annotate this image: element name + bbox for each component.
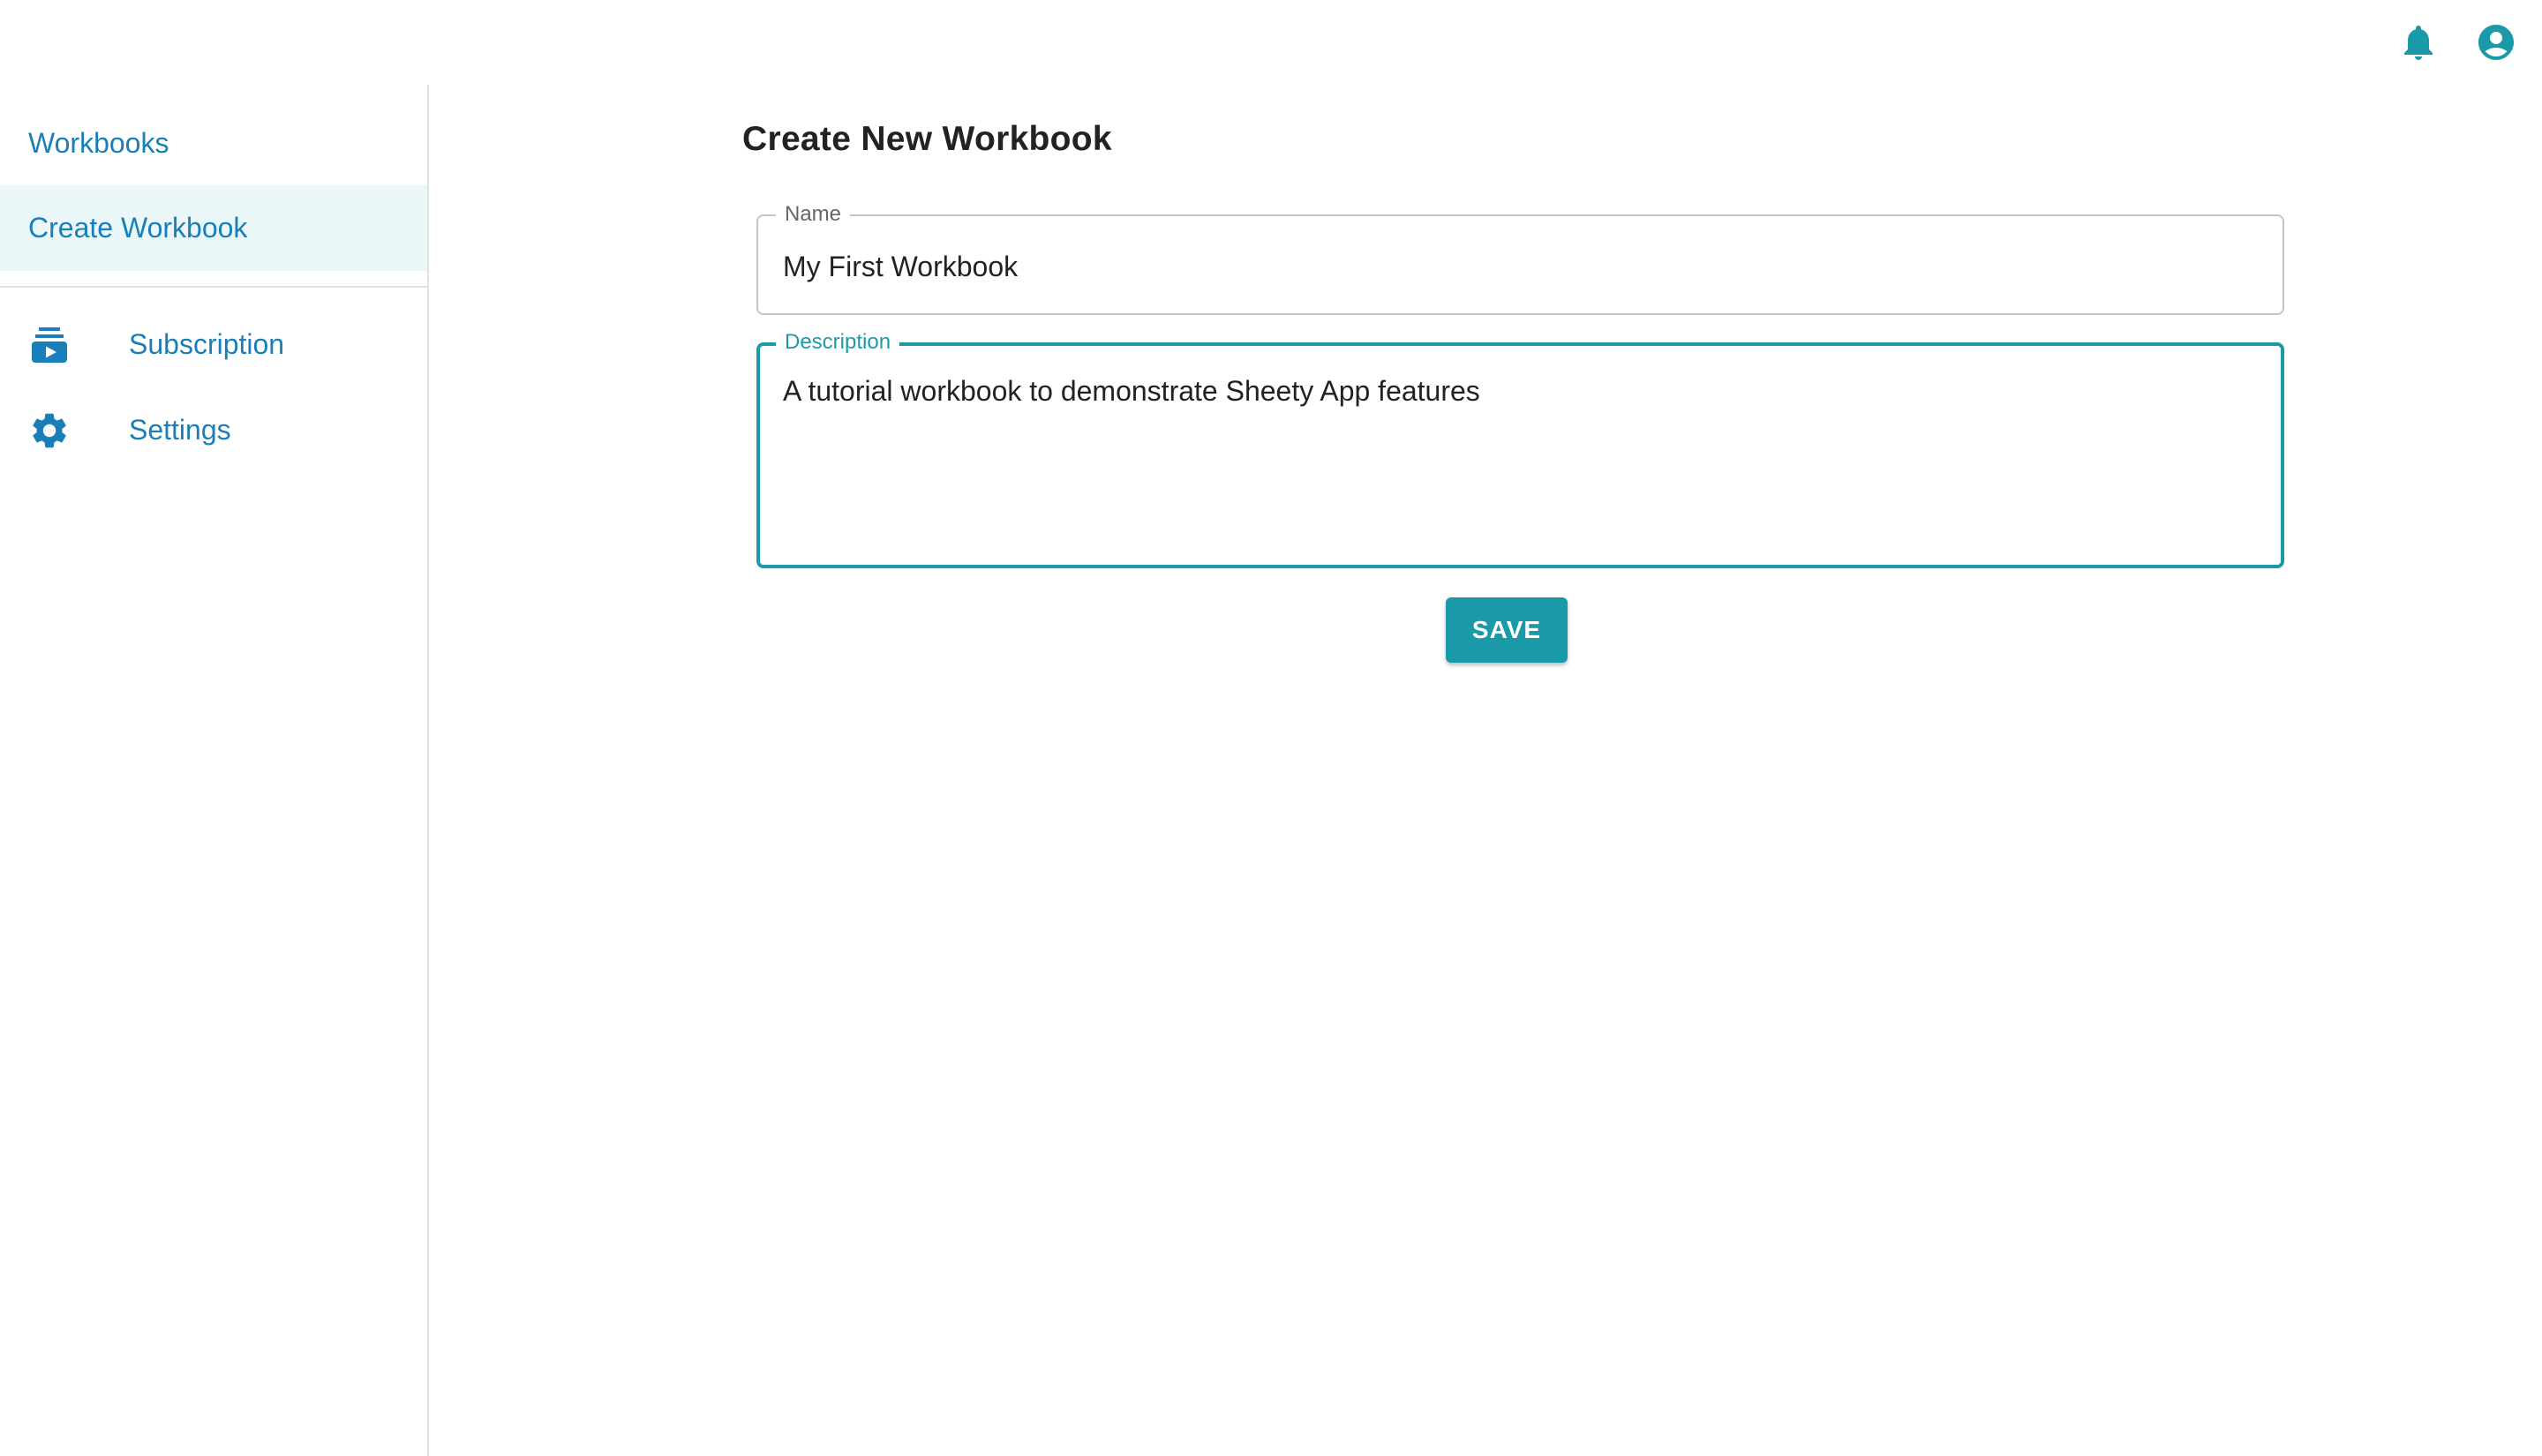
sidebar-item-workbooks[interactable]: Workbooks bbox=[0, 101, 427, 186]
bell-icon[interactable] bbox=[2397, 21, 2440, 64]
page-title: Create New Workbook bbox=[742, 120, 1112, 158]
name-input[interactable] bbox=[783, 248, 2258, 285]
sidebar-item-label: Subscription bbox=[129, 328, 285, 360]
sidebar-item-subscription[interactable]: Subscription bbox=[0, 302, 427, 387]
gear-icon bbox=[28, 409, 71, 452]
sidebar: Workbooks Create Workbook Subscription S… bbox=[0, 85, 429, 1456]
name-field-label: Name bbox=[776, 203, 851, 226]
name-field: Name bbox=[756, 203, 2284, 315]
description-input[interactable]: A tutorial workbook to demonstrate Sheet… bbox=[783, 372, 2256, 540]
account-circle-icon[interactable] bbox=[2475, 21, 2517, 64]
sidebar-item-label: Settings bbox=[129, 414, 231, 446]
description-field-label: Description bbox=[776, 331, 900, 354]
sidebar-item-create-workbook[interactable]: Create Workbook bbox=[0, 185, 427, 271]
sidebar-item-label: Workbooks bbox=[28, 127, 169, 159]
subscriptions-icon bbox=[28, 324, 71, 366]
save-button[interactable]: SAVE bbox=[1446, 597, 1568, 663]
description-field: Description A tutorial workbook to demon… bbox=[756, 331, 2284, 568]
sidebar-item-settings[interactable]: Settings bbox=[0, 387, 427, 473]
app-root: Workbooks Create Workbook Subscription S… bbox=[0, 0, 2542, 1456]
top-bar bbox=[0, 0, 2542, 85]
sidebar-item-label: Create Workbook bbox=[28, 212, 248, 244]
sidebar-divider bbox=[0, 286, 427, 288]
